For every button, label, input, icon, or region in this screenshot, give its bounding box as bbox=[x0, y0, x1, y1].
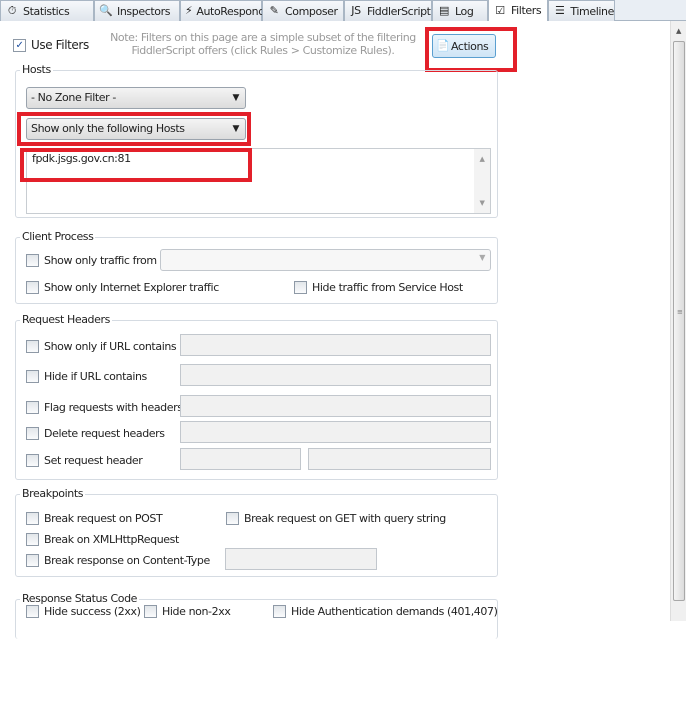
request-header-input[interactable] bbox=[308, 448, 491, 470]
show-only-traffic-from-checkbox[interactable]: Show only traffic from bbox=[26, 254, 157, 267]
tab-bar: ⏱ Statistics 🔍 Inspectors ⚡ AutoResponder ✎ Com… bbox=[0, 0, 686, 21]
checkbox[interactable]: ✓ bbox=[13, 38, 26, 52]
checkbox[interactable] bbox=[273, 605, 286, 618]
tab-autoresponder[interactable]: ⚡ AutoResponder bbox=[180, 0, 276, 21]
checkbox-label: Show only traffic from bbox=[44, 254, 157, 267]
break-content-type-checkbox[interactable]: Break response on Content-Type bbox=[26, 554, 210, 567]
dropdown-arrow-icon: ▼ bbox=[479, 253, 485, 262]
checkbox-label: Break request on POST bbox=[44, 512, 163, 525]
checkbox-label: Hide success (2xx) bbox=[44, 605, 141, 618]
pencil-icon: ✎ bbox=[269, 4, 279, 17]
scrollbar-thumb[interactable]: ≡ bbox=[673, 41, 685, 601]
breakpoints-title: Breakpoints bbox=[20, 487, 86, 500]
tab-label: Inspectors bbox=[117, 4, 171, 18]
content-type-input[interactable] bbox=[225, 548, 377, 570]
hosts-title: Hosts bbox=[20, 63, 53, 76]
hide-success-checkbox[interactable]: Hide success (2xx) bbox=[26, 605, 141, 618]
checkbox[interactable] bbox=[226, 512, 239, 525]
request-header-checkbox[interactable]: Show only if URL contains bbox=[26, 340, 177, 353]
checkbox[interactable] bbox=[26, 254, 39, 267]
zone-filter-value: - No Zone Filter - bbox=[31, 91, 116, 104]
checkbox-label: Break response on Content-Type bbox=[44, 554, 210, 567]
tab-composer[interactable]: ✎ Composer bbox=[262, 0, 344, 21]
tab-fiddlerscript[interactable]: JS FiddlerScript bbox=[344, 0, 432, 21]
zone-filter-select[interactable]: - No Zone Filter - ▼ bbox=[26, 87, 246, 109]
tab-timeline[interactable]: ☰ Timeline bbox=[548, 0, 615, 21]
tab-label: Composer bbox=[285, 4, 338, 18]
request-header-input[interactable] bbox=[180, 421, 491, 443]
request-header-checkbox[interactable]: Hide if URL contains bbox=[26, 370, 147, 383]
magnifier-icon: 🔍 bbox=[99, 4, 113, 17]
tab-label: Timeline bbox=[570, 4, 614, 18]
hide-non2xx-checkbox[interactable]: Hide non-2xx bbox=[144, 605, 231, 618]
vertical-scrollbar[interactable]: ▲ ≡ bbox=[670, 21, 686, 621]
checkbox-label: Break on XMLHttpRequest bbox=[44, 533, 179, 546]
script-icon: JS bbox=[351, 4, 361, 17]
checkbox-label: Flag requests with headers bbox=[44, 401, 183, 414]
use-filters-checkbox[interactable]: ✓ Use Filters bbox=[13, 38, 89, 52]
checkbox-label: Hide traffic from Service Host bbox=[312, 281, 463, 294]
filters-note: Note: Filters on this page are a simple … bbox=[110, 31, 416, 57]
filters-panel: ✓ Use Filters Note: Filters on this page … bbox=[0, 21, 670, 639]
break-xhr-checkbox[interactable]: Break on XMLHttpRequest bbox=[26, 533, 179, 546]
request-header-input[interactable] bbox=[180, 448, 301, 470]
request-header-input[interactable] bbox=[180, 364, 491, 386]
timeline-icon: ☰ bbox=[554, 4, 565, 17]
hide-auth-checkbox[interactable]: Hide Authentication demands (401,407) bbox=[273, 605, 498, 618]
tab-label: Filters bbox=[511, 4, 542, 17]
lightning-icon: ⚡ bbox=[185, 4, 193, 17]
checkbox-label: Hide if URL contains bbox=[44, 370, 147, 383]
tab-inspectors[interactable]: 🔍 Inspectors bbox=[94, 0, 180, 21]
checkbox-label: Show only Internet Explorer traffic bbox=[44, 281, 219, 294]
request-header-input[interactable] bbox=[180, 395, 491, 417]
client-process-title: Client Process bbox=[20, 230, 96, 243]
tab-statistics[interactable]: ⏱ Statistics bbox=[0, 0, 94, 21]
log-icon: ▤ bbox=[439, 4, 449, 17]
checkbox[interactable] bbox=[26, 554, 39, 567]
break-get-checkbox[interactable]: Break request on GET with query string bbox=[226, 512, 446, 525]
checkbox-icon: ☑ bbox=[495, 3, 505, 17]
checkbox[interactable] bbox=[26, 370, 39, 383]
tab-log[interactable]: ▤ Log bbox=[432, 0, 488, 21]
request-header-checkbox[interactable]: Delete request headers bbox=[26, 427, 165, 440]
checkbox[interactable] bbox=[26, 512, 39, 525]
checkbox[interactable] bbox=[294, 281, 307, 294]
ie-traffic-checkbox[interactable]: Show only Internet Explorer traffic bbox=[26, 281, 219, 294]
use-filters-label: Use Filters bbox=[31, 38, 89, 52]
checkbox[interactable] bbox=[26, 281, 39, 294]
request-header-checkbox[interactable]: Flag requests with headers bbox=[26, 401, 183, 414]
hide-service-host-checkbox[interactable]: Hide traffic from Service Host bbox=[294, 281, 463, 294]
scroll-up-icon[interactable]: ▲ bbox=[671, 27, 686, 35]
tab-label: Statistics bbox=[23, 4, 70, 18]
highlight-box bbox=[20, 148, 252, 182]
checkbox[interactable] bbox=[144, 605, 157, 618]
checkbox-label: Hide non-2xx bbox=[162, 605, 231, 618]
tab-filters[interactable]: ☑ Filters bbox=[488, 0, 548, 21]
checkbox-label: Break request on GET with query string bbox=[244, 512, 446, 525]
checkbox[interactable] bbox=[26, 454, 39, 467]
stopwatch-icon: ⏱ bbox=[7, 4, 17, 17]
request-headers-title: Request Headers bbox=[20, 313, 112, 326]
tab-label: FiddlerScript bbox=[367, 4, 431, 18]
tab-label: Log bbox=[455, 4, 474, 18]
request-header-input[interactable] bbox=[180, 334, 491, 356]
checkbox-label: Hide Authentication demands (401,407) bbox=[291, 605, 498, 618]
checkbox-label: Show only if URL contains bbox=[44, 340, 177, 353]
break-post-checkbox[interactable]: Break request on POST bbox=[26, 512, 163, 525]
response-status-title: Response Status Code bbox=[20, 592, 140, 605]
highlight-box bbox=[17, 112, 251, 146]
checkbox[interactable] bbox=[26, 533, 39, 546]
checkbox[interactable] bbox=[26, 605, 39, 618]
highlight-box bbox=[425, 27, 517, 72]
textarea-scrollbar[interactable]: ▲ ▼ bbox=[474, 149, 490, 213]
checkbox[interactable] bbox=[26, 401, 39, 414]
checkbox-label: Delete request headers bbox=[44, 427, 165, 440]
checkbox[interactable] bbox=[26, 427, 39, 440]
dropdown-arrow-icon: ▼ bbox=[232, 93, 239, 103]
request-header-checkbox[interactable]: Set request header bbox=[26, 454, 143, 467]
process-select[interactable]: ▼ bbox=[160, 249, 491, 271]
checkbox-label: Set request header bbox=[44, 454, 143, 467]
checkbox[interactable] bbox=[26, 340, 39, 353]
